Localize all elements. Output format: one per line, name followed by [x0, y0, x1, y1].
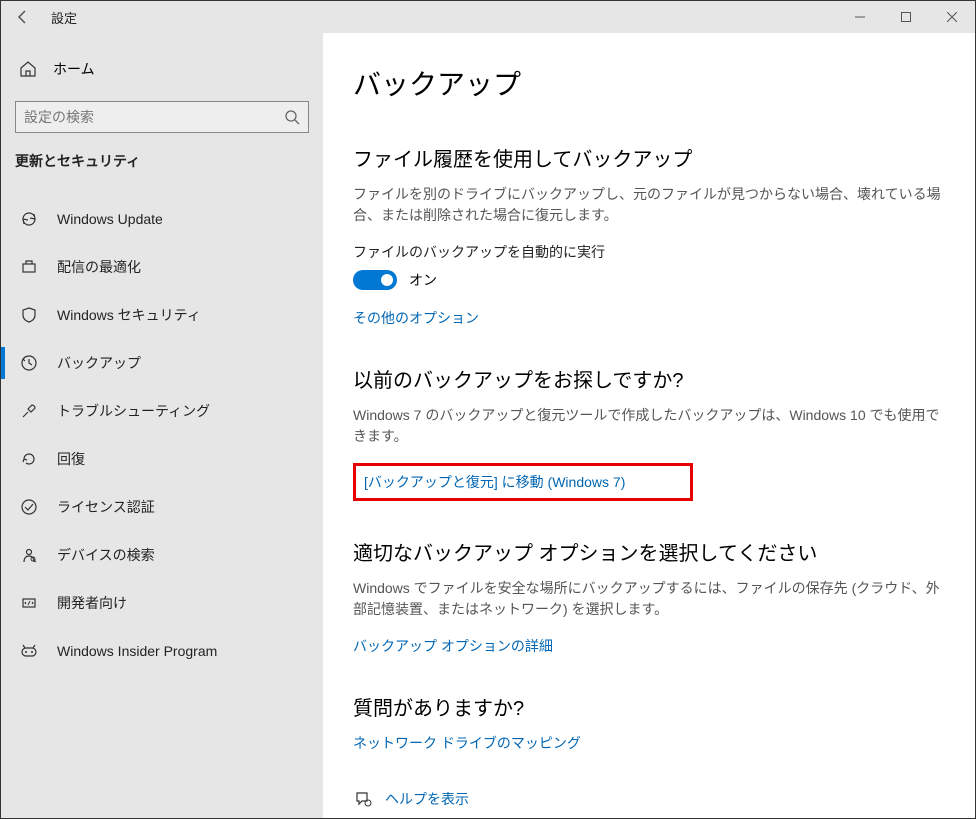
sidebar-item-label: Windows セキュリティ — [57, 305, 201, 325]
sidebar-item-recovery[interactable]: 回復 — [1, 435, 323, 483]
section-desc: Windows 7 のバックアップと復元ツールで作成したバックアップは、Wind… — [353, 405, 945, 447]
sidebar-item-activation[interactable]: ライセンス認証 — [1, 483, 323, 531]
highlight-box: [バックアップと復元] に移動 (Windows 7) — [353, 463, 693, 501]
previous-backup-section: 以前のバックアップをお探しですか? Windows 7 のバックアップと復元ツー… — [353, 364, 945, 501]
category-label: 更新とセキュリティ — [1, 151, 323, 181]
sidebar-item-label: 回復 — [57, 449, 85, 469]
sidebar-item-label: 配信の最適化 — [57, 257, 141, 277]
sidebar-item-delivery[interactable]: 配信の最適化 — [1, 243, 323, 291]
sidebar-item-findmy[interactable]: デバイスの検索 — [1, 531, 323, 579]
findmy-icon — [19, 545, 39, 565]
close-button[interactable] — [929, 1, 975, 33]
activation-icon — [19, 497, 39, 517]
page-title: バックアップ — [353, 63, 945, 103]
maximize-button[interactable] — [883, 1, 929, 33]
sidebar-item-troubleshoot[interactable]: トラブルシューティング — [1, 387, 323, 435]
section-title: 適切なバックアップ オプションを選択してください — [353, 537, 945, 566]
search-icon — [284, 109, 300, 125]
search-box[interactable] — [15, 101, 309, 133]
minimize-button[interactable] — [837, 1, 883, 33]
sidebar-item-label: デバイスの検索 — [57, 545, 155, 565]
home-nav[interactable]: ホーム — [1, 51, 323, 87]
help-link[interactable]: ヘルプを表示 — [385, 789, 469, 809]
sync-icon — [19, 209, 39, 229]
troubleshoot-icon — [19, 401, 39, 421]
recovery-icon — [19, 449, 39, 469]
questions-section: 質問がありますか? ネットワーク ドライブのマッピング — [353, 692, 945, 753]
section-title: 質問がありますか? — [353, 692, 945, 721]
search-input[interactable] — [24, 109, 284, 125]
developer-icon — [19, 593, 39, 613]
home-label: ホーム — [53, 59, 95, 79]
file-history-section: ファイル履歴を使用してバックアップ ファイルを別のドライブにバックアップし、元の… — [353, 143, 945, 328]
sidebar: ホーム 更新とセキュリティ Windows Update 配信の最適化 — [1, 33, 323, 818]
section-title: 以前のバックアップをお探しですか? — [353, 364, 945, 393]
insider-icon — [19, 641, 39, 661]
sidebar-item-label: トラブルシューティング — [57, 401, 210, 421]
toggle-caption: ファイルのバックアップを自動的に実行 — [353, 242, 945, 262]
sidebar-item-label: バックアップ — [57, 353, 141, 373]
more-options-link[interactable]: その他のオプション — [353, 308, 479, 328]
sidebar-item-label: 開発者向け — [57, 593, 127, 613]
help-icon — [353, 790, 373, 808]
auto-backup-toggle[interactable] — [353, 270, 397, 290]
sidebar-item-label: Windows Insider Program — [57, 643, 217, 659]
sidebar-item-insider[interactable]: Windows Insider Program — [1, 627, 323, 675]
footer-links: ヘルプを表示 フィードバックの送信 — [353, 789, 945, 818]
sidebar-item-backup[interactable]: バックアップ — [1, 339, 323, 387]
home-icon — [19, 60, 37, 78]
backup-options-detail-link[interactable]: バックアップ オプションの詳細 — [353, 636, 553, 656]
toggle-state-label: オン — [409, 270, 437, 290]
backup-restore-win7-link[interactable]: [バックアップと復元] に移動 (Windows 7) — [364, 472, 625, 492]
delivery-icon — [19, 257, 39, 277]
section-title: ファイル履歴を使用してバックアップ — [353, 143, 945, 172]
window-title: 設定 — [51, 8, 77, 27]
sidebar-item-security[interactable]: Windows セキュリティ — [1, 291, 323, 339]
sidebar-item-windows-update[interactable]: Windows Update — [1, 195, 323, 243]
sidebar-item-label: ライセンス認証 — [57, 497, 155, 517]
sidebar-item-developer[interactable]: 開発者向け — [1, 579, 323, 627]
shield-icon — [19, 305, 39, 325]
backup-icon — [19, 353, 39, 373]
network-drive-link[interactable]: ネットワーク ドライブのマッピング — [353, 733, 581, 753]
nav-list: Windows Update 配信の最適化 Windows セキュリティ バック… — [1, 195, 323, 675]
sidebar-item-label: Windows Update — [57, 211, 163, 227]
titlebar: 設定 — [1, 1, 975, 33]
main-content: バックアップ ファイル履歴を使用してバックアップ ファイルを別のドライブにバック… — [323, 33, 975, 818]
section-desc: ファイルを別のドライブにバックアップし、元のファイルが見つからない場合、壊れてい… — [353, 184, 945, 226]
back-button[interactable] — [9, 3, 37, 31]
section-desc: Windows でファイルを安全な場所にバックアップするには、ファイルの保存先 … — [353, 578, 945, 620]
backup-options-section: 適切なバックアップ オプションを選択してください Windows でファイルを安… — [353, 537, 945, 656]
